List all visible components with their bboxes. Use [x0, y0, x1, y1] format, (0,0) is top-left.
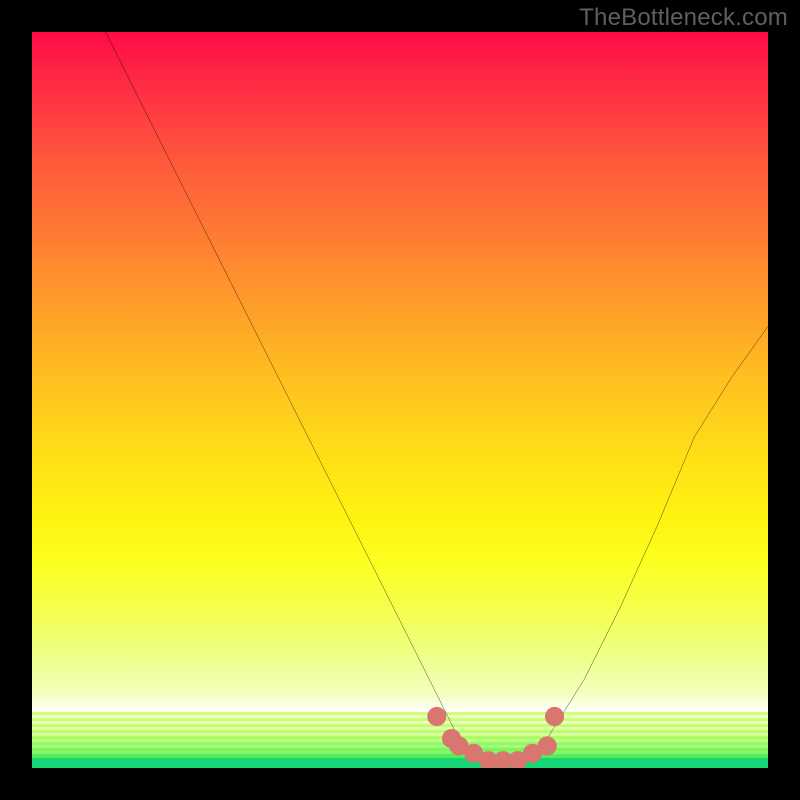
optimum-marker — [427, 707, 446, 726]
optimum-marker — [545, 707, 564, 726]
plot-area — [32, 32, 768, 768]
chart-frame: TheBottleneck.com — [0, 0, 800, 800]
watermark-text: TheBottleneck.com — [579, 4, 788, 32]
curve-layer — [32, 32, 768, 768]
bottleneck-curve — [106, 32, 768, 761]
optimum-marker — [538, 736, 557, 755]
